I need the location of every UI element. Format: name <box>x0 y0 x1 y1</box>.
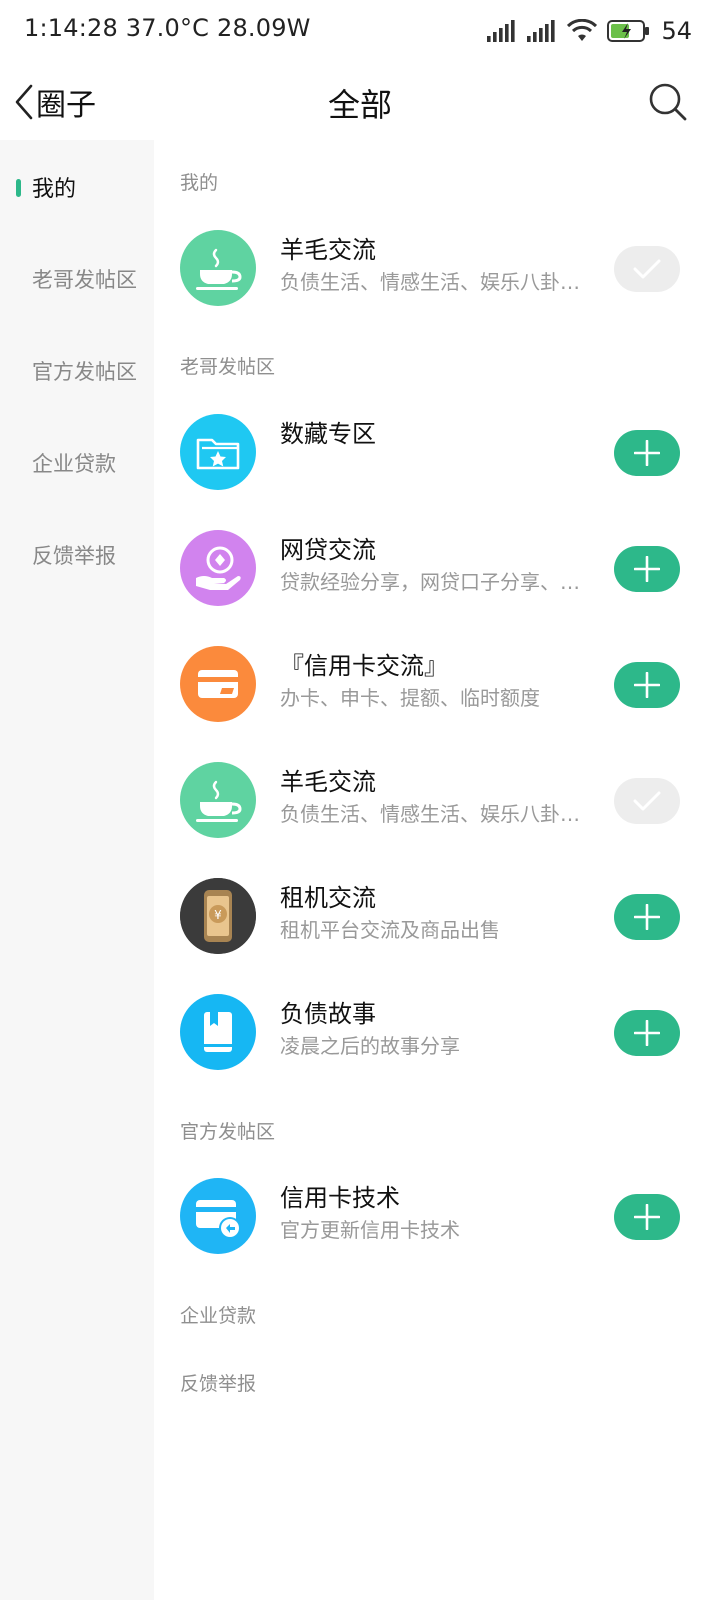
join-button[interactable] <box>614 430 680 476</box>
section-header-official-posts: 官方发帖区 <box>180 1121 276 1143</box>
joined-button[interactable] <box>614 778 680 824</box>
search-button[interactable] <box>646 80 690 124</box>
wifi-icon <box>567 19 598 41</box>
join-button[interactable] <box>614 1194 680 1240</box>
circle-title: 负债故事 <box>280 1000 376 1028</box>
plus-icon <box>634 904 660 930</box>
plus-icon <box>634 1020 660 1046</box>
sidebar-item-label: 反馈举报 <box>32 544 116 568</box>
circle-desc: 负债生活、情感生活、娱乐八卦、吃喝玩乐 <box>280 802 592 826</box>
circle-title: 信用卡技术 <box>280 1184 400 1212</box>
join-button[interactable] <box>614 662 680 708</box>
sidebar-item-label: 我的 <box>32 177 77 202</box>
list-item[interactable]: 『信用卡交流』 办卡、申卡、提额、临时额度 <box>154 624 720 740</box>
section-header-business-loans: 企业贷款 <box>180 1305 257 1327</box>
sidebar-item-label: 企业贷款 <box>32 452 116 476</box>
list-item[interactable]: ¥ 租机交流 租机平台交流及商品出售 <box>154 856 720 972</box>
sidebar-item-mine[interactable]: 我的 <box>0 157 154 217</box>
list-item[interactable]: 羊毛交流 负债生活、情感生活、娱乐八卦、吃喝玩乐 <box>154 208 720 324</box>
battery-percent: 54 <box>661 17 692 45</box>
circle-title: 数藏专区 <box>280 420 376 448</box>
checkmark-icon <box>633 791 661 811</box>
join-button[interactable] <box>614 894 680 940</box>
hand-coin-icon <box>180 530 256 606</box>
list-item[interactable]: 网贷交流 贷款经验分享，网贷口子分享、网贷资讯 <box>154 508 720 624</box>
sidebar-item-brother-posts[interactable]: 老哥发帖区 <box>0 249 154 309</box>
circle-desc: 官方更新信用卡技术 <box>280 1218 460 1242</box>
circle-desc: 凌晨之后的故事分享 <box>280 1034 460 1058</box>
card-refresh-icon <box>180 1178 256 1254</box>
sidebar-item-business-loans[interactable]: 企业贷款 <box>0 433 154 493</box>
circle-title: 羊毛交流 <box>280 236 376 264</box>
signal-icon <box>527 20 556 42</box>
join-button[interactable] <box>614 546 680 592</box>
status-bar-text: 1:14:28 37.0°C 28.09W <box>24 14 311 42</box>
plus-icon <box>634 440 660 466</box>
app-header: 圈子 全部 <box>0 62 720 140</box>
coffee-cup-icon <box>180 230 256 306</box>
star-folder-icon <box>180 414 256 490</box>
battery-charging-icon <box>607 20 650 42</box>
book-icon <box>180 994 256 1070</box>
credit-card-icon <box>180 646 256 722</box>
circle-title: 羊毛交流 <box>280 768 376 796</box>
sidebar-item-label: 官方发帖区 <box>32 360 137 384</box>
sidebar-item-feedback[interactable]: 反馈举报 <box>0 525 154 585</box>
sidebar-item-official-posts[interactable]: 官方发帖区 <box>0 341 154 401</box>
circle-title: 『信用卡交流』 <box>280 652 448 680</box>
list-item[interactable]: 负债故事 凌晨之后的故事分享 <box>154 972 720 1088</box>
section-header-mine: 我的 <box>180 172 219 194</box>
back-button[interactable]: 圈子 <box>14 80 96 124</box>
signal-icon <box>487 20 516 42</box>
circle-desc: 负债生活、情感生活、娱乐八卦、吃喝玩乐 <box>280 270 592 294</box>
plus-icon <box>634 672 660 698</box>
circle-desc: 租机平台交流及商品出售 <box>280 918 500 942</box>
active-indicator <box>16 179 21 197</box>
joined-button[interactable] <box>614 246 680 292</box>
page-title: 全部 <box>327 86 392 124</box>
circle-title: 网贷交流 <box>280 536 376 564</box>
status-bar: 1:14:28 37.0°C 28.09W 54 <box>0 0 720 62</box>
section-header-brother-posts: 老哥发帖区 <box>180 356 276 378</box>
list-item[interactable]: 信用卡技术 官方更新信用卡技术 <box>154 1156 720 1272</box>
svg-text:¥: ¥ <box>214 908 222 922</box>
circle-title: 租机交流 <box>280 884 376 912</box>
join-button[interactable] <box>614 1010 680 1056</box>
back-chevron-icon <box>15 84 33 120</box>
search-icon <box>649 83 687 121</box>
plus-icon <box>634 1204 660 1230</box>
circle-desc: 贷款经验分享，网贷口子分享、网贷资讯 <box>280 570 592 594</box>
category-sidebar: 我的 老哥发帖区 官方发帖区 企业贷款 反馈举报 <box>0 140 154 1600</box>
plus-icon <box>634 556 660 582</box>
circle-list: 我的 羊毛交流 负债生活、情感生活、娱乐八卦、吃喝玩乐 老哥发帖区 <box>154 140 720 1600</box>
phone-yuan-icon: ¥ <box>180 878 256 954</box>
checkmark-icon <box>633 259 661 279</box>
list-item[interactable]: 羊毛交流 负债生活、情感生活、娱乐八卦、吃喝玩乐 <box>154 740 720 856</box>
circle-desc: 办卡、申卡、提额、临时额度 <box>280 686 540 710</box>
coffee-cup-icon <box>180 762 256 838</box>
section-header-feedback: 反馈举报 <box>180 1373 257 1395</box>
list-item[interactable]: 数藏专区 <box>154 392 720 508</box>
back-label: 圈子 <box>36 88 96 123</box>
sidebar-item-label: 老哥发帖区 <box>32 268 137 292</box>
status-bar-icons: 54 <box>487 14 692 48</box>
